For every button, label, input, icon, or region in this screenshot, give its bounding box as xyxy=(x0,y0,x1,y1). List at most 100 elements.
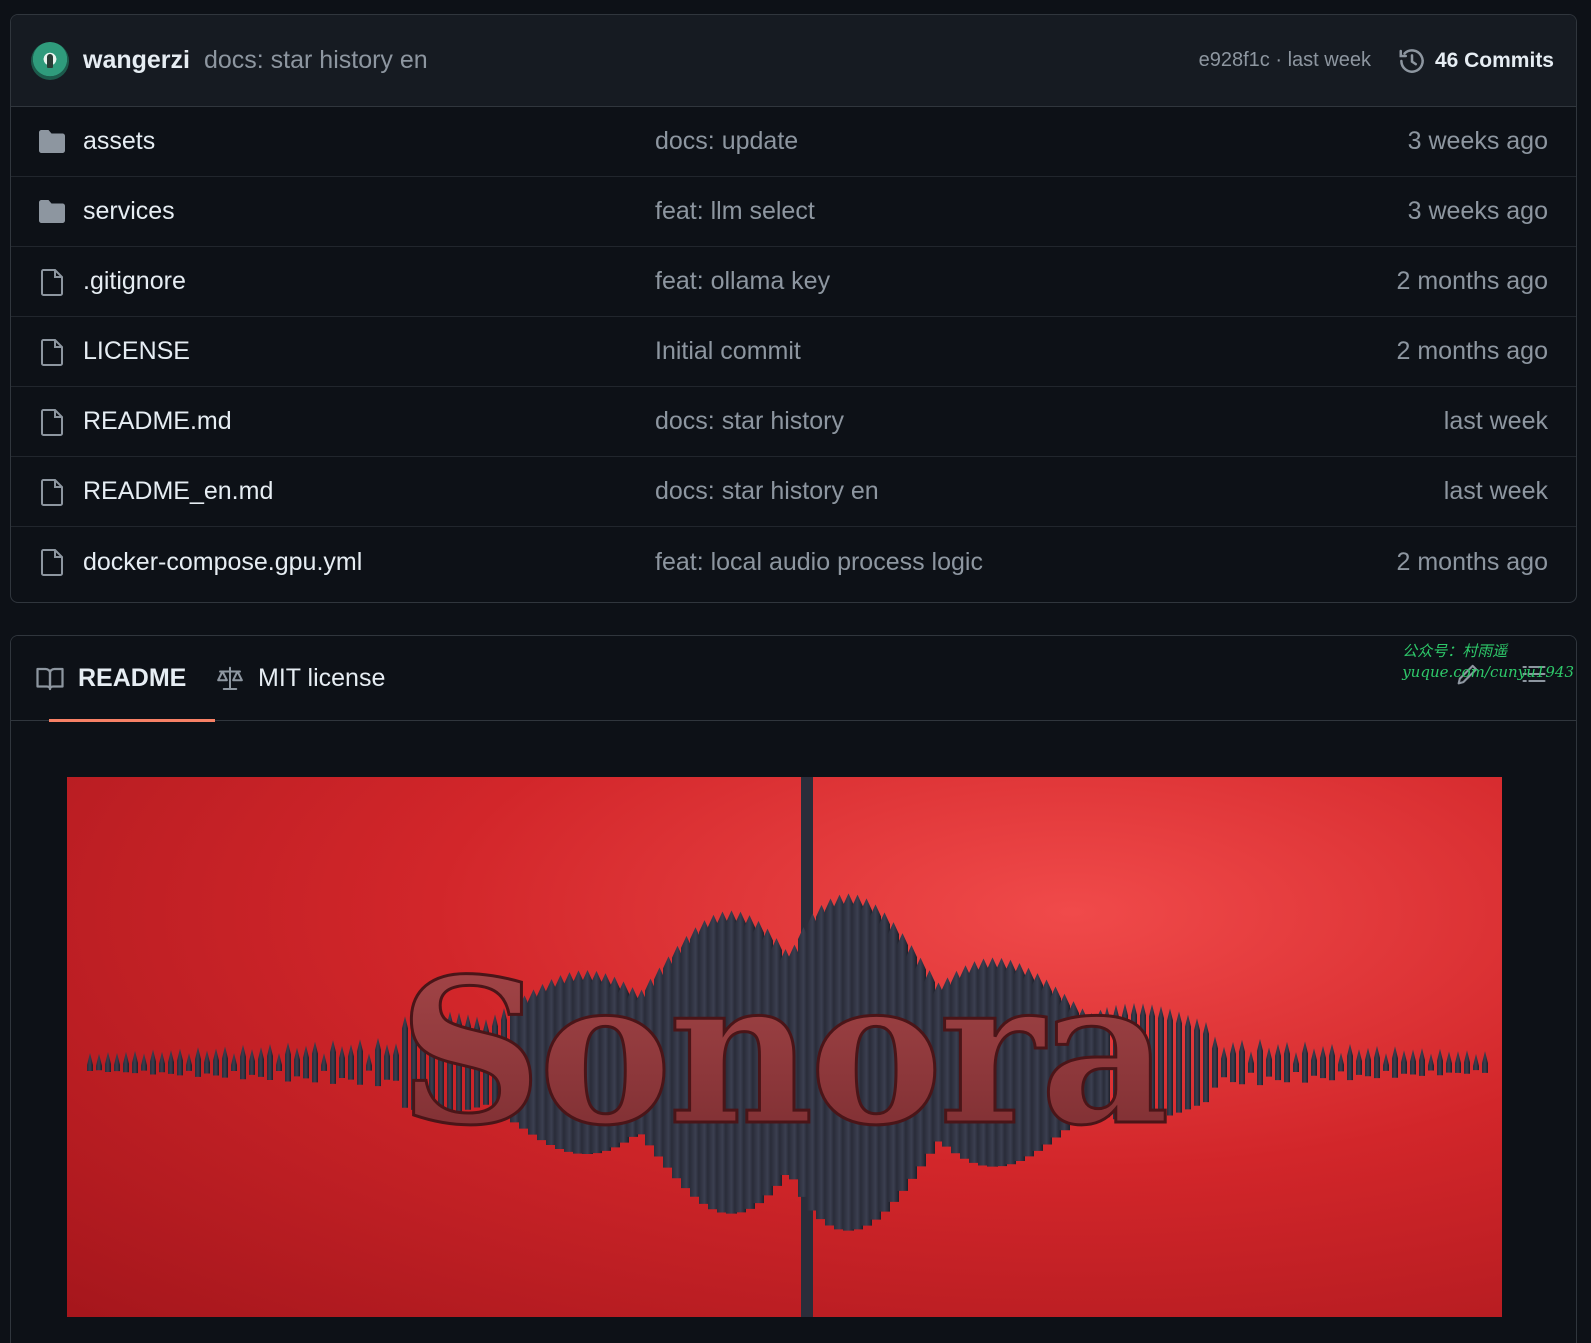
wave-spike xyxy=(114,1052,120,1072)
file-icon xyxy=(41,269,63,296)
wave-spike xyxy=(1185,1014,1191,1110)
wave-spike xyxy=(123,1051,129,1073)
tab-readme-label: README xyxy=(78,664,187,692)
wave-spike xyxy=(1482,1051,1488,1073)
file-commit-message[interactable]: Initial commit xyxy=(655,337,801,366)
file-row-docker-compose[interactable]: docker-compose.gpu.yml feat: local audio… xyxy=(11,527,1576,597)
wave-spike xyxy=(213,1048,219,1076)
file-updated-time: last week xyxy=(1443,477,1548,505)
wave-spike xyxy=(330,1040,336,1084)
file-row-license[interactable]: LICENSE Initial commit 2 months ago xyxy=(11,317,1576,387)
wave-spike xyxy=(1446,1051,1452,1073)
wave-spike xyxy=(177,1048,183,1076)
file-name-link[interactable]: services xyxy=(83,197,175,226)
file-commit-message[interactable]: docs: star history en xyxy=(655,477,879,506)
readme-panel: README MIT license 公众号：村雨遥 yuque.com/cun… xyxy=(10,635,1577,1343)
file-commit-message[interactable]: docs: star history xyxy=(655,407,844,436)
watermark-line-2: yuque.com/cunyu1943 xyxy=(1402,663,1574,681)
wave-spike xyxy=(339,1045,345,1079)
file-updated-time: 2 months ago xyxy=(1396,267,1549,295)
watermark-line-1: 公众号：村雨遥 xyxy=(1402,642,1508,660)
file-name-link[interactable]: .gitignore xyxy=(83,267,186,296)
file-row-assets[interactable]: assets docs: update 3 weeks ago xyxy=(11,107,1576,177)
file-name-link[interactable]: README_en.md xyxy=(83,477,273,506)
scale-icon xyxy=(217,666,243,690)
wave-spike xyxy=(366,1053,372,1071)
commit-meta: e928f1c · last week 46 Commits xyxy=(1199,46,1554,76)
wave-spike xyxy=(285,1042,291,1082)
file-name-link[interactable]: docker-compose.gpu.yml xyxy=(83,548,362,577)
commit-author-link[interactable]: wangerzi xyxy=(83,46,190,75)
book-icon xyxy=(36,667,64,690)
file-commit-message[interactable]: feat: ollama key xyxy=(655,267,830,296)
banner-art: Sonora xyxy=(87,777,1488,1317)
file-commit-message[interactable]: feat: local audio process logic xyxy=(655,548,983,577)
commit-hash-time[interactable]: e928f1c · last week xyxy=(1199,49,1371,72)
wave-spike xyxy=(384,1044,390,1080)
file-name-link[interactable]: README.md xyxy=(83,407,232,436)
file-browser: wangerzi docs: star history en e928f1c ·… xyxy=(10,14,1577,603)
file-icon xyxy=(41,339,63,366)
file-row-readme-en[interactable]: README_en.md docs: star history en last … xyxy=(11,457,1576,527)
wave-spike xyxy=(159,1051,165,1073)
wave-spike xyxy=(1329,1043,1335,1081)
wave-spike xyxy=(375,1037,381,1087)
wave-spike xyxy=(222,1046,228,1078)
file-commit-message[interactable]: feat: llm select xyxy=(655,197,815,226)
history-icon xyxy=(1399,48,1424,73)
wave-spike xyxy=(1176,1011,1182,1113)
file-updated-time: 3 weeks ago xyxy=(1407,127,1548,155)
file-name-link[interactable]: assets xyxy=(83,127,155,156)
file-commit-message[interactable]: docs: update xyxy=(655,127,798,156)
wave-spike xyxy=(141,1053,147,1071)
wave-spike xyxy=(303,1045,309,1079)
readme-tab-bar: README MIT license 公众号：村雨遥 yuque.com/cun… xyxy=(11,636,1576,722)
commits-count-link[interactable]: 46 Commits xyxy=(1435,49,1554,73)
wave-spike xyxy=(1257,1038,1263,1086)
wave-spike xyxy=(1338,1052,1344,1072)
file-updated-time: 2 months ago xyxy=(1396,547,1549,576)
tab-readme[interactable]: README xyxy=(35,636,215,722)
wave-spike xyxy=(258,1047,264,1077)
watermark: 公众号：村雨遥 yuque.com/cunyu1943 xyxy=(1402,641,1574,683)
wave-spike xyxy=(357,1039,363,1085)
wave-spike xyxy=(204,1050,210,1074)
wave-spike xyxy=(168,1050,174,1074)
tab-license-label: MIT license xyxy=(258,664,386,692)
wave-spike xyxy=(1302,1041,1308,1083)
wave-spike xyxy=(1419,1048,1425,1076)
file-icon xyxy=(41,549,63,576)
banner-title: Sonora xyxy=(398,935,1166,1170)
wave-spike xyxy=(150,1049,156,1075)
wave-spike xyxy=(1320,1045,1326,1079)
wave-spike xyxy=(1230,1041,1236,1083)
wave-spike xyxy=(1410,1049,1416,1075)
commit-message-link[interactable]: docs: star history en xyxy=(204,46,428,75)
wave-spike xyxy=(87,1053,93,1071)
file-row-readme[interactable]: README.md docs: star history last week xyxy=(11,387,1576,457)
file-updated-time: 3 weeks ago xyxy=(1407,197,1548,225)
file-updated-time: 2 months ago xyxy=(1396,337,1549,365)
folder-icon xyxy=(39,200,65,223)
wave-spike xyxy=(249,1049,255,1075)
file-row-gitignore[interactable]: .gitignore feat: ollama key 2 months ago xyxy=(11,247,1576,317)
wave-spike xyxy=(1275,1043,1281,1081)
wave-spike xyxy=(1212,1036,1218,1088)
file-name-link[interactable]: LICENSE xyxy=(83,337,190,366)
wave-spike xyxy=(1464,1050,1470,1074)
wave-spike xyxy=(1428,1053,1434,1071)
file-updated-time: last week xyxy=(1443,407,1548,435)
wave-spike xyxy=(1311,1048,1317,1076)
wave-spike xyxy=(348,1044,354,1080)
wave-spike xyxy=(1347,1043,1353,1081)
file-row-services[interactable]: services feat: llm select 3 weeks ago xyxy=(11,177,1576,247)
wave-spike xyxy=(1221,1046,1227,1078)
wave-spike xyxy=(312,1041,318,1083)
wave-spike xyxy=(1248,1051,1254,1073)
wave-spike xyxy=(231,1052,237,1072)
wave-spike xyxy=(276,1052,282,1072)
wave-spike xyxy=(1293,1052,1299,1072)
wave-spike xyxy=(1392,1046,1398,1078)
tab-license[interactable]: MIT license xyxy=(215,636,385,721)
author-avatar[interactable] xyxy=(31,41,69,80)
